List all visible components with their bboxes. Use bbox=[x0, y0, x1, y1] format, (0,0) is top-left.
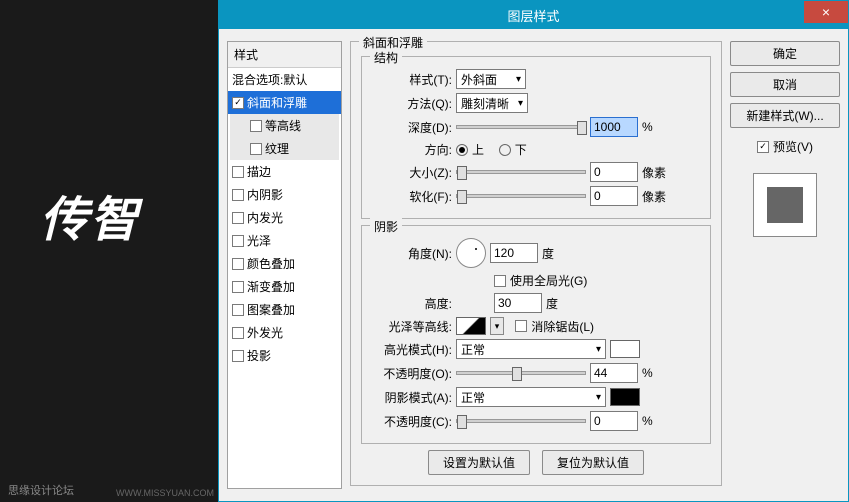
highlight-opacity-slider[interactable] bbox=[456, 371, 586, 375]
checkbox[interactable] bbox=[232, 166, 244, 178]
reset-default-button[interactable]: 复位为默认值 bbox=[542, 450, 644, 475]
soften-slider[interactable] bbox=[456, 194, 586, 198]
gloss-contour-label: 光泽等高线: bbox=[374, 318, 452, 335]
style-label: 样式(T): bbox=[374, 71, 452, 88]
preview-swatch bbox=[767, 187, 803, 223]
style-list: 样式 混合选项:默认 斜面和浮雕 等高线 纹理 描边 内阴影 内发光 光泽 颜色… bbox=[227, 41, 342, 489]
style-item-inner-shadow[interactable]: 内阴影 bbox=[228, 183, 341, 206]
style-item-outer-glow[interactable]: 外发光 bbox=[228, 321, 341, 344]
altitude-label: 高度: bbox=[374, 295, 452, 312]
angle-label: 角度(N): bbox=[374, 245, 452, 262]
shadow-opacity-input[interactable]: 0 bbox=[590, 411, 638, 431]
right-column: 确定 取消 新建样式(W)... 预览(V) bbox=[730, 41, 840, 489]
direction-label: 方向: bbox=[374, 141, 452, 158]
canvas-text: 传智 bbox=[40, 180, 140, 250]
technique-label: 方法(Q): bbox=[374, 95, 452, 112]
highlight-opacity-input[interactable]: 44 bbox=[590, 363, 638, 383]
size-label: 大小(Z): bbox=[374, 164, 452, 181]
main-panel: 斜面和浮雕 结构 样式(T):外斜面 方法(Q):雕刻清晰 深度(D):1000… bbox=[350, 41, 722, 489]
checkbox[interactable] bbox=[250, 143, 262, 155]
soften-label: 软化(F): bbox=[374, 188, 452, 205]
checkbox[interactable] bbox=[232, 327, 244, 339]
checkbox[interactable] bbox=[250, 120, 262, 132]
soften-input[interactable]: 0 bbox=[590, 186, 638, 206]
style-item-stroke[interactable]: 描边 bbox=[228, 160, 341, 183]
close-button[interactable]: × bbox=[804, 1, 848, 23]
style-item-satin[interactable]: 光泽 bbox=[228, 229, 341, 252]
highlight-opacity-label: 不透明度(O): bbox=[374, 365, 452, 382]
technique-select[interactable]: 雕刻清晰 bbox=[456, 93, 528, 113]
style-item-color-overlay[interactable]: 颜色叠加 bbox=[228, 252, 341, 275]
checkbox[interactable] bbox=[232, 212, 244, 224]
structure-fieldset: 结构 样式(T):外斜面 方法(Q):雕刻清晰 深度(D):1000% 方向:上… bbox=[361, 56, 711, 219]
preview-label: 预览(V) bbox=[773, 138, 813, 155]
bevel-fieldset: 斜面和浮雕 结构 样式(T):外斜面 方法(Q):雕刻清晰 深度(D):1000… bbox=[350, 41, 722, 486]
shadow-opacity-label: 不透明度(C): bbox=[374, 413, 452, 430]
global-light-checkbox[interactable] bbox=[494, 275, 506, 287]
blend-options-item[interactable]: 混合选项:默认 bbox=[228, 68, 341, 91]
shadow-mode-label: 阴影模式(A): bbox=[374, 389, 452, 406]
size-input[interactable]: 0 bbox=[590, 162, 638, 182]
preview-box bbox=[753, 173, 817, 237]
depth-label: 深度(D): bbox=[374, 119, 452, 136]
depth-slider[interactable] bbox=[456, 125, 586, 129]
size-slider[interactable] bbox=[456, 170, 586, 174]
shading-fieldset: 阴影 角度(N): 120度 使用全局光(G) 高度:30度 光泽等高线:▾ 消… bbox=[361, 225, 711, 444]
shading-legend: 阴影 bbox=[370, 218, 402, 235]
titlebar[interactable]: 图层样式 × bbox=[219, 1, 848, 29]
ok-button[interactable]: 确定 bbox=[730, 41, 840, 66]
checkbox[interactable] bbox=[232, 235, 244, 247]
checkbox[interactable] bbox=[232, 304, 244, 316]
watermark-right: WWW.MISSYUAN.COM bbox=[116, 488, 214, 498]
antialias-checkbox[interactable] bbox=[515, 320, 527, 332]
angle-control[interactable] bbox=[456, 238, 486, 268]
angle-input[interactable]: 120 bbox=[490, 243, 538, 263]
highlight-mode-label: 高光模式(H): bbox=[374, 341, 452, 358]
cancel-button[interactable]: 取消 bbox=[730, 72, 840, 97]
preview-checkbox[interactable] bbox=[757, 141, 769, 153]
gloss-contour-picker[interactable] bbox=[456, 317, 486, 335]
style-item-contour[interactable]: 等高线 bbox=[230, 114, 339, 137]
dialog-title: 图层样式 bbox=[507, 6, 559, 25]
shadow-mode-select[interactable]: 正常 bbox=[456, 387, 606, 407]
checkbox[interactable] bbox=[232, 189, 244, 201]
style-item-gradient-overlay[interactable]: 渐变叠加 bbox=[228, 275, 341, 298]
highlight-mode-select[interactable]: 正常 bbox=[456, 339, 606, 359]
direction-up-radio[interactable] bbox=[456, 144, 468, 156]
style-item-drop-shadow[interactable]: 投影 bbox=[228, 344, 341, 367]
chevron-down-icon[interactable]: ▾ bbox=[490, 317, 504, 335]
shadow-opacity-slider[interactable] bbox=[456, 419, 586, 423]
depth-input[interactable]: 1000 bbox=[590, 117, 638, 137]
style-list-header: 样式 bbox=[228, 42, 341, 68]
style-item-texture[interactable]: 纹理 bbox=[230, 137, 339, 160]
checkbox[interactable] bbox=[232, 350, 244, 362]
checkbox[interactable] bbox=[232, 258, 244, 270]
altitude-input[interactable]: 30 bbox=[494, 293, 542, 313]
new-style-button[interactable]: 新建样式(W)... bbox=[730, 103, 840, 128]
antialias-label: 消除锯齿(L) bbox=[531, 318, 594, 335]
style-item-bevel[interactable]: 斜面和浮雕 bbox=[228, 91, 341, 114]
layer-style-dialog: 图层样式 × 样式 混合选项:默认 斜面和浮雕 等高线 纹理 描边 内阴影 内发… bbox=[218, 0, 849, 502]
shadow-color-swatch[interactable] bbox=[610, 388, 640, 406]
style-item-pattern-overlay[interactable]: 图案叠加 bbox=[228, 298, 341, 321]
highlight-color-swatch[interactable] bbox=[610, 340, 640, 358]
checkbox[interactable] bbox=[232, 281, 244, 293]
style-select[interactable]: 外斜面 bbox=[456, 69, 526, 89]
checkbox[interactable] bbox=[232, 97, 244, 109]
watermark-left: 思缘设计论坛 bbox=[8, 482, 74, 498]
direction-down-radio[interactable] bbox=[499, 144, 511, 156]
style-item-inner-glow[interactable]: 内发光 bbox=[228, 206, 341, 229]
make-default-button[interactable]: 设置为默认值 bbox=[428, 450, 530, 475]
structure-legend: 结构 bbox=[370, 49, 402, 66]
global-light-label: 使用全局光(G) bbox=[510, 272, 587, 289]
